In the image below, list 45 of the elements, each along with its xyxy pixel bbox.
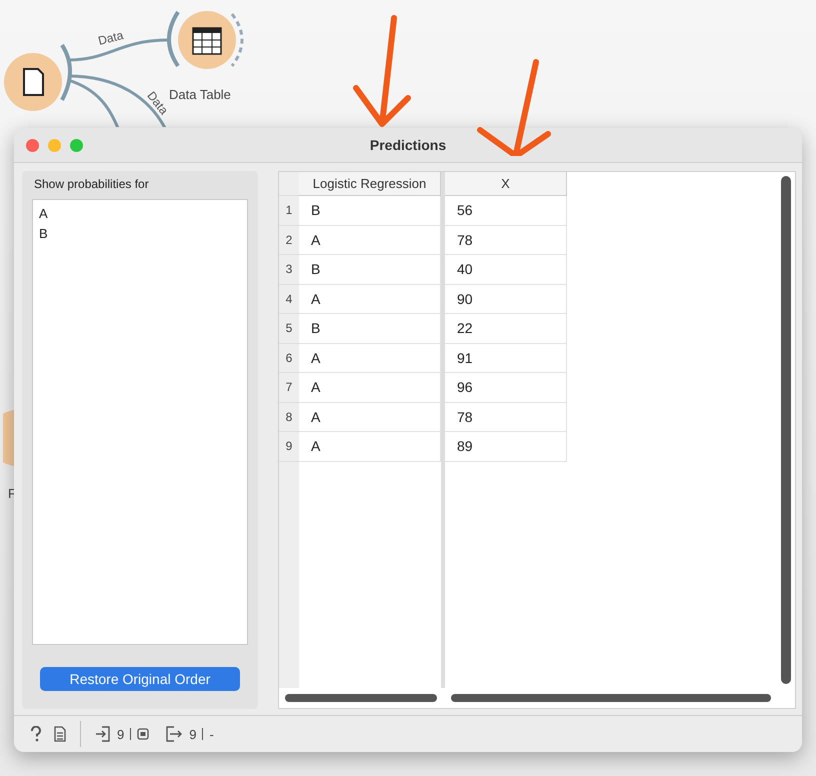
- row-number: 7: [279, 373, 299, 402]
- scroll-bar[interactable]: [451, 694, 771, 702]
- row-number: 8: [279, 402, 299, 432]
- minimize-button[interactable]: [48, 138, 61, 152]
- table-cell: 78: [445, 402, 567, 432]
- table-cell: 89: [445, 432, 567, 462]
- table-cell: 96: [445, 373, 567, 402]
- data-table-widget-icon[interactable]: [177, 10, 237, 70]
- help-icon[interactable]: [30, 726, 42, 742]
- row-number: 3: [279, 255, 299, 284]
- table-cell: 40: [445, 255, 567, 284]
- row-number: 6: [279, 344, 299, 373]
- row-number: 4: [279, 284, 299, 314]
- column-header[interactable]: Logistic Regression: [299, 172, 441, 196]
- window-title: Predictions: [370, 137, 446, 153]
- row-number: 9: [279, 432, 299, 462]
- input-icon: [95, 726, 111, 742]
- link-label: Data: [96, 28, 125, 48]
- list-item[interactable]: A: [39, 204, 241, 224]
- output-summary: -: [209, 726, 214, 742]
- output-count: 9: [189, 726, 196, 742]
- row-number: 5: [279, 314, 299, 344]
- scroll-bar[interactable]: [781, 176, 791, 684]
- table-cell: 56: [445, 196, 567, 226]
- close-button[interactable]: [26, 138, 39, 152]
- restore-button[interactable]: Restore Original Order: [40, 667, 240, 691]
- column-header[interactable]: X: [445, 172, 567, 196]
- list-item[interactable]: B: [39, 224, 241, 244]
- output-icon: [165, 726, 184, 742]
- document-icon[interactable]: [54, 726, 66, 742]
- input-count: 9: [117, 726, 124, 742]
- panel-label: Show probabilities for: [34, 177, 150, 191]
- widget-icon[interactable]: [3, 410, 17, 466]
- row-number: 1: [279, 196, 299, 226]
- zoom-button[interactable]: [70, 138, 83, 152]
- table-cell: 22: [445, 314, 567, 344]
- table-cell: 78: [445, 226, 567, 255]
- widget-label: Data Table: [169, 87, 231, 102]
- header-corner: [279, 172, 299, 196]
- table-cell: 91: [445, 344, 567, 373]
- data-icon: [137, 728, 150, 740]
- table-cell: 90: [445, 284, 567, 314]
- file-widget-icon[interactable]: [3, 52, 63, 112]
- scroll-bar[interactable]: [285, 694, 437, 702]
- row-number: 2: [279, 226, 299, 255]
